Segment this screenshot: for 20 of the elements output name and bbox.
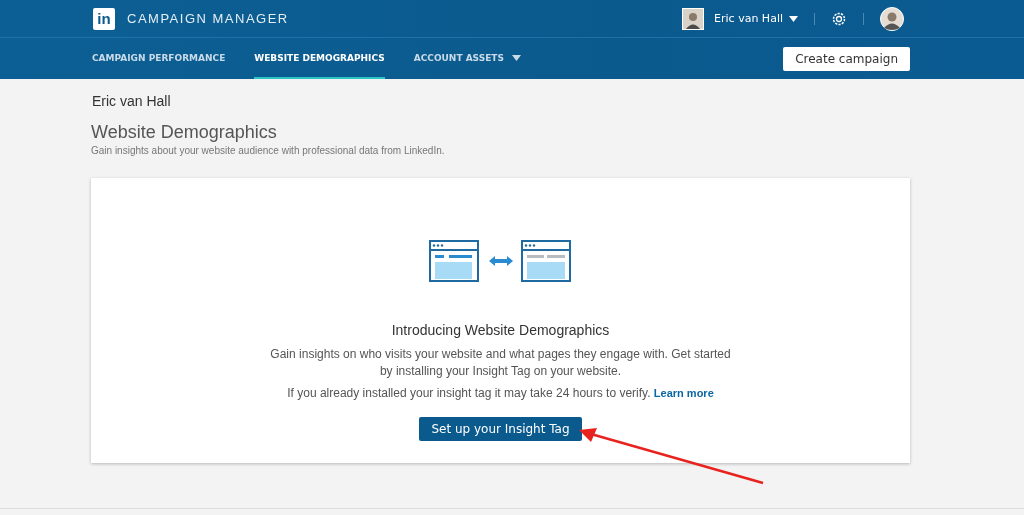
page-title: Website Demographics — [91, 122, 278, 143]
create-campaign-button[interactable]: Create campaign — [783, 46, 910, 71]
learn-more-link[interactable]: Learn more — [653, 387, 714, 399]
setup-insight-tag-button[interactable]: Set up your Insight Tag — [419, 417, 582, 441]
nav-tab[interactable]: WEBSITE DEMOGRAPHICS — [254, 38, 385, 79]
logo[interactable]: in — [93, 7, 115, 30]
caret-icon[interactable] — [511, 54, 521, 61]
product-name: CAMPAIGN MANAGER — [127, 11, 289, 26]
page-subtitle: Gain insights about your website audience with professional data from LinkedIn. — [91, 145, 446, 156]
account-menu[interactable]: Eric van Hall — [714, 12, 798, 25]
account-name: Eric van Hall — [92, 93, 172, 109]
card-heading: Introducing Website Demographics — [391, 322, 610, 338]
card-description: Gain insights on who visits your website and what pages they engage with. Get started by installing your Insight Tag on your website. — [269, 346, 732, 380]
caret-icon[interactable] — [789, 15, 798, 22]
verify-note: If you already installed your insight tag it may take 24 hours to verify. — [287, 386, 651, 400]
avatar-icon[interactable] — [880, 6, 904, 31]
nav-tab[interactable]: CAMPAIGN PERFORMANCE — [92, 38, 226, 79]
settings-icon[interactable] — [831, 10, 847, 27]
avatar-icon[interactable] — [682, 7, 705, 30]
nav-tab[interactable]: ACCOUNT ASSETS — [413, 38, 521, 79]
